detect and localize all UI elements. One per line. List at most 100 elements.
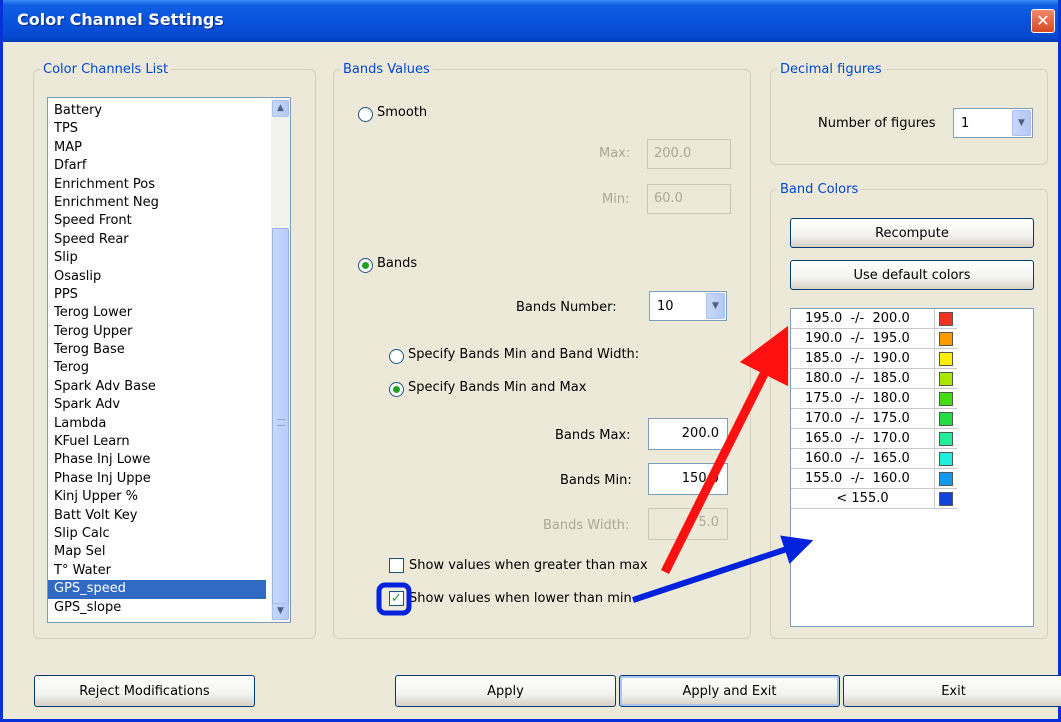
bands-min-input[interactable]: 150.0: [648, 463, 728, 495]
band-range-label: 155.0 -/- 160.0: [791, 469, 935, 489]
apply-exit-button[interactable]: Apply and Exit: [619, 675, 840, 707]
band-row[interactable]: 165.0 -/- 170.0: [791, 429, 957, 449]
bands-max-label: Bands Max:: [555, 428, 631, 443]
min-max-radio[interactable]: [389, 382, 404, 397]
list-item[interactable]: Slip: [48, 249, 266, 267]
bands-max-input[interactable]: 200.0: [648, 418, 728, 450]
dialog-window: Color Channel Settings ✕ Color Channels …: [0, 0, 1061, 722]
chevron-down-icon[interactable]: ▼: [706, 293, 725, 319]
band-range-label: 170.0 -/- 175.0: [791, 409, 935, 429]
show-greater-checkbox[interactable]: [389, 558, 404, 573]
list-item[interactable]: KFuel Learn: [48, 433, 266, 451]
band-row[interactable]: 190.0 -/- 195.0: [791, 329, 957, 349]
list-item[interactable]: Enrichment Neg: [48, 194, 266, 212]
list-item[interactable]: Kinj Upper %: [48, 488, 266, 506]
color-swatch[interactable]: [939, 432, 953, 446]
band-row[interactable]: 160.0 -/- 165.0: [791, 449, 957, 469]
window-title: Color Channel Settings: [17, 10, 224, 29]
band-range-label: 185.0 -/- 190.0: [791, 349, 935, 369]
color-swatch[interactable]: [939, 392, 953, 406]
band-row[interactable]: 185.0 -/- 190.0: [791, 349, 957, 369]
recompute-button[interactable]: Recompute: [790, 218, 1034, 248]
color-swatch[interactable]: [939, 352, 953, 366]
list-item[interactable]: Lambda: [48, 415, 266, 433]
band-range-label: 160.0 -/- 165.0: [791, 449, 935, 469]
max-field[interactable]: 200.0: [647, 139, 731, 169]
list-item[interactable]: GPS_slope: [48, 599, 266, 617]
bands-radio[interactable]: [358, 258, 373, 273]
list-item[interactable]: T° Water: [48, 562, 266, 580]
list-item[interactable]: Spark Adv Base: [48, 378, 266, 396]
bands-min-value: 150.0: [681, 471, 719, 486]
min-field[interactable]: 60.0: [647, 184, 731, 214]
list-item[interactable]: Phase Inj Lowe: [48, 451, 266, 469]
channels-scrollbar[interactable]: ▲ ▼: [271, 98, 290, 622]
band-row[interactable]: 180.0 -/- 185.0: [791, 369, 957, 389]
show-lower-checkbox[interactable]: ✓: [389, 591, 404, 606]
band-row[interactable]: 175.0 -/- 180.0: [791, 389, 957, 409]
bands-label: Bands: [377, 256, 418, 271]
bands-values-legend: Bands Values: [343, 62, 430, 77]
color-swatch[interactable]: [939, 492, 953, 506]
list-item[interactable]: Phase Inj Uppe: [48, 470, 266, 488]
chevron-down-icon[interactable]: ▼: [272, 603, 289, 620]
color-swatch[interactable]: [939, 472, 953, 486]
band-row[interactable]: 195.0 -/- 200.0: [791, 309, 957, 329]
exit-button[interactable]: Exit: [843, 675, 1061, 707]
smooth-radio[interactable]: [358, 107, 373, 122]
band-range-label: 190.0 -/- 195.0: [791, 329, 935, 349]
chevron-down-icon[interactable]: ▼: [1012, 110, 1031, 136]
list-item[interactable]: GPS_speed: [48, 580, 266, 599]
color-swatch[interactable]: [939, 312, 953, 326]
apply-button[interactable]: Apply: [395, 675, 616, 707]
list-item[interactable]: Terog: [48, 359, 266, 377]
figures-select[interactable]: 1 ▼: [953, 108, 1033, 138]
band-range-label: 165.0 -/- 170.0: [791, 429, 935, 449]
list-item[interactable]: Enrichment Pos: [48, 176, 266, 194]
color-swatch[interactable]: [939, 332, 953, 346]
scroll-thumb[interactable]: [272, 228, 289, 620]
band-width-radio[interactable]: [389, 349, 404, 364]
list-item[interactable]: Terog Lower: [48, 304, 266, 322]
color-swatch[interactable]: [939, 452, 953, 466]
bands-width-label: Bands Width:: [543, 518, 630, 533]
color-swatch[interactable]: [939, 412, 953, 426]
list-item[interactable]: Speed Rear: [48, 231, 266, 249]
band-range-label: 180.0 -/- 185.0: [791, 369, 935, 389]
channels-legend: Color Channels List: [43, 62, 169, 77]
band-row[interactable]: 170.0 -/- 175.0: [791, 409, 957, 429]
list-item[interactable]: Terog Base: [48, 341, 266, 359]
list-item[interactable]: Speed Front: [48, 212, 266, 230]
bands-number-select[interactable]: 10 ▼: [649, 291, 727, 321]
default-colors-button[interactable]: Use default colors: [790, 260, 1034, 290]
decimal-legend: Decimal figures: [780, 62, 882, 77]
list-item[interactable]: Batt Volt Key: [48, 507, 266, 525]
bands-min-label: Bands Min:: [560, 473, 632, 488]
list-item[interactable]: Dfarf: [48, 157, 266, 175]
list-item[interactable]: Osaslip: [48, 268, 266, 286]
list-item[interactable]: Slip Calc: [48, 525, 266, 543]
list-item[interactable]: TPS: [48, 120, 266, 138]
bands-width-input[interactable]: 5.0: [648, 508, 728, 540]
list-item[interactable]: PPS: [48, 286, 266, 304]
band-width-option-label: Specify Bands Min and Band Width:: [408, 347, 640, 362]
reject-button[interactable]: Reject Modifications: [34, 675, 255, 707]
smooth-label: Smooth: [377, 105, 428, 120]
min-label: Min:: [602, 192, 630, 207]
close-icon[interactable]: ✕: [1031, 9, 1055, 33]
list-item[interactable]: Terog Upper: [48, 323, 266, 341]
band-row[interactable]: < 155.0: [791, 489, 957, 509]
list-item[interactable]: Map Sel: [48, 543, 266, 561]
band-row[interactable]: 155.0 -/- 160.0: [791, 469, 957, 489]
channels-listbox[interactable]: Battery TPS MAP Dfarf Enrichment Pos Enrichme…: [47, 97, 291, 623]
list-item[interactable]: Spark Adv: [48, 396, 266, 414]
band-colors-list[interactable]: 195.0 -/- 200.0 190.0 -/- 195.0 185.0 -/- …: [790, 308, 1034, 627]
min-value: 60.0: [654, 191, 683, 206]
chevron-up-icon[interactable]: ▲: [272, 100, 289, 117]
list-item[interactable]: MAP: [48, 139, 266, 157]
title-bar[interactable]: Color Channel Settings ✕: [3, 0, 1058, 42]
color-swatch[interactable]: [939, 372, 953, 386]
bands-number-value: 10: [657, 299, 674, 314]
list-item[interactable]: Battery: [48, 102, 266, 120]
band-colors-legend: Band Colors: [780, 182, 859, 197]
